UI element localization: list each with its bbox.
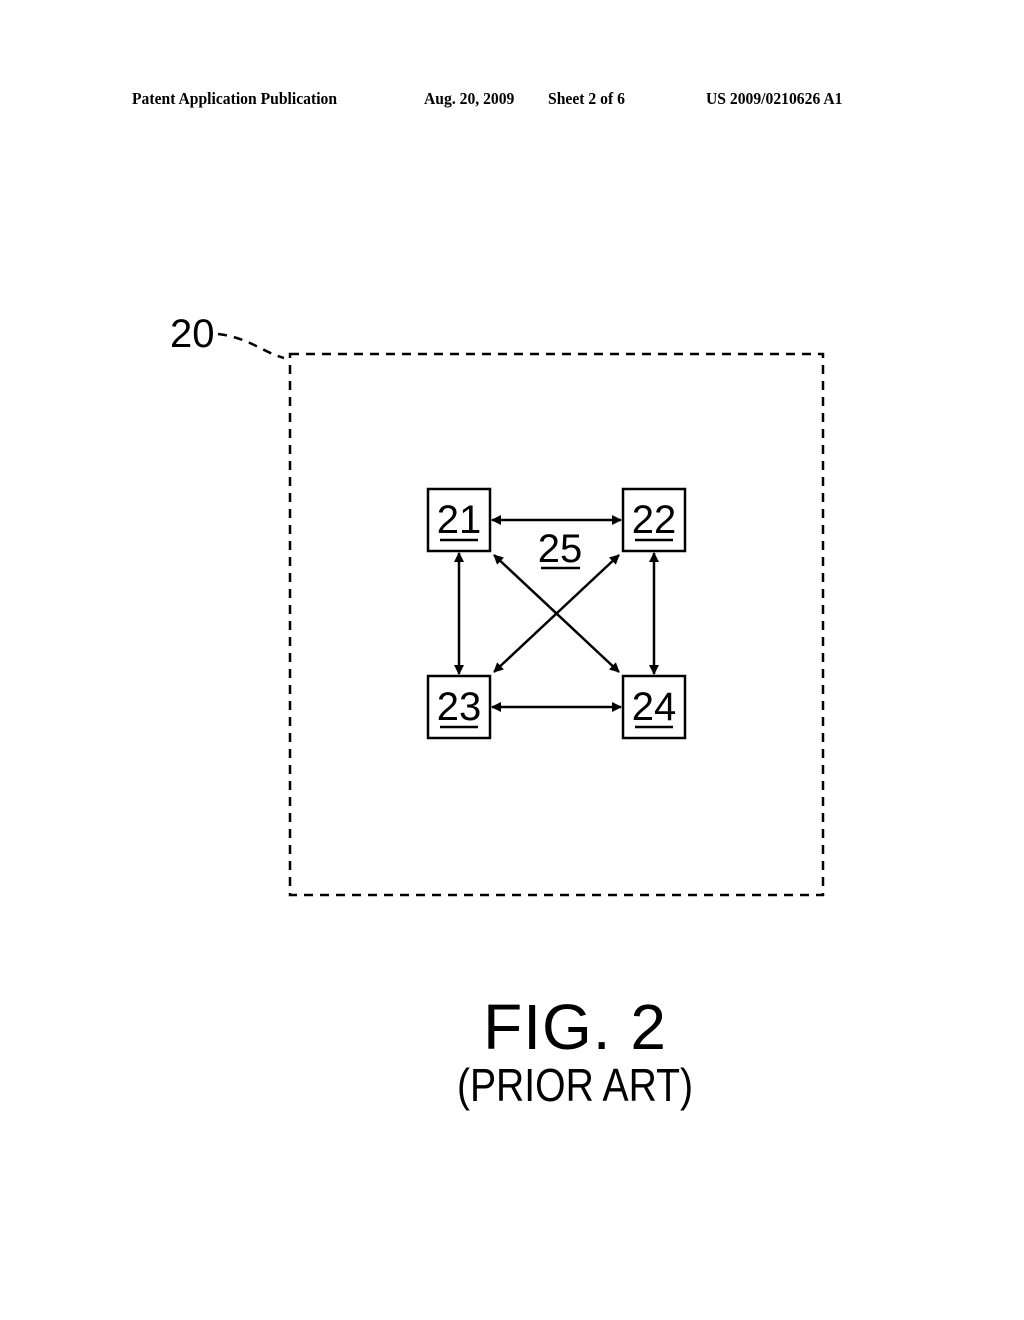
node-box-21: 21 xyxy=(426,487,492,553)
system-boundary xyxy=(288,352,825,897)
system-ref-label: 20 xyxy=(170,312,215,356)
system-leader-line xyxy=(217,332,285,360)
node-box-24: 24 xyxy=(621,674,687,740)
figure-subtitle: (PRIOR ART) xyxy=(456,1059,694,1111)
figure-title: FIG. 2 xyxy=(483,991,667,1063)
node-label-22: 22 xyxy=(632,498,677,542)
node-label-24: 24 xyxy=(632,685,677,729)
node-label-23: 23 xyxy=(437,685,482,729)
node-label-21: 21 xyxy=(437,498,482,542)
interconnect-label: 25 xyxy=(538,527,583,571)
figure-diagram: 20 21 22 23 24 25 xyxy=(170,312,825,897)
node-box-22: 22 xyxy=(621,487,687,553)
node-box-23: 23 xyxy=(426,674,492,740)
